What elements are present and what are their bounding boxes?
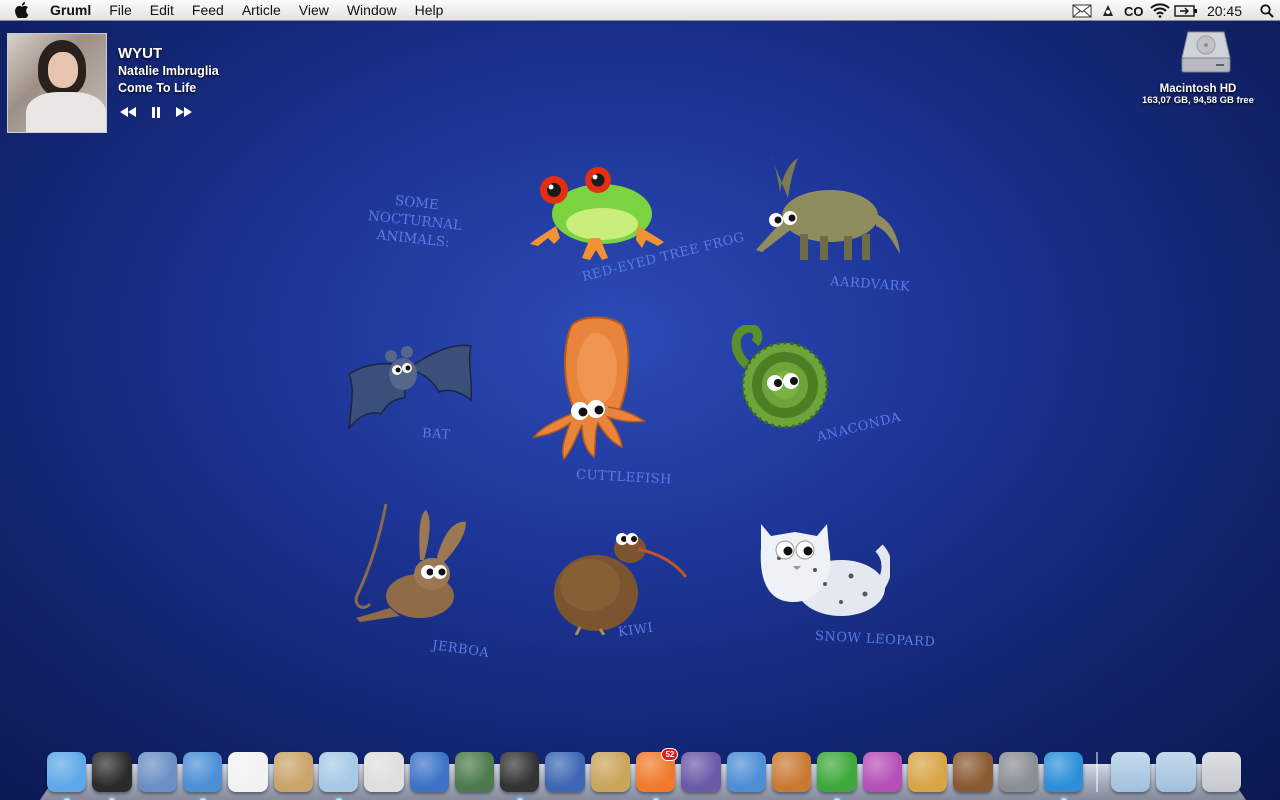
caption-aardvark: Aardvark xyxy=(829,274,911,295)
dock-dashboard-icon[interactable] xyxy=(92,752,132,800)
spotlight-search-icon[interactable] xyxy=(1254,0,1280,21)
dock-badge: 52 xyxy=(661,748,679,761)
dock-documents-folder-icon[interactable] xyxy=(1111,752,1151,792)
dock-keynote-icon[interactable] xyxy=(772,752,812,792)
mail-icon[interactable] xyxy=(1069,0,1095,21)
dock-downloads-folder-icon[interactable] xyxy=(1156,752,1196,792)
status-area: CO 20:45 xyxy=(1069,0,1280,21)
dock-itunes-icon[interactable] xyxy=(318,752,359,800)
caption-snow-leopard: Snow Leopard xyxy=(814,628,936,651)
menu-article[interactable]: Article xyxy=(233,0,290,21)
battery-icon[interactable] xyxy=(1173,0,1199,21)
anaconda-icon xyxy=(731,325,829,429)
dock-separator xyxy=(1096,752,1099,792)
stamp-icon[interactable] xyxy=(1095,0,1121,21)
pause-icon[interactable] xyxy=(147,105,165,119)
dock-textmate-icon[interactable] xyxy=(545,752,585,792)
dock-screenshot-icon[interactable] xyxy=(454,752,495,792)
caption-bat: Bat xyxy=(421,426,451,443)
now-playing-widget: WYUT Natalie Imbruglia Come To Life xyxy=(7,33,267,133)
svg-text:CO: CO xyxy=(1124,4,1144,18)
aardvark-icon xyxy=(756,154,900,260)
dock-script-editor-icon[interactable] xyxy=(681,752,721,792)
dock-font-app-icon[interactable] xyxy=(862,752,902,792)
dock-iphoto-icon[interactable] xyxy=(273,752,313,792)
caption-cuttlefish: Cuttlefish xyxy=(575,467,673,488)
cuttlefish-icon xyxy=(532,316,646,461)
dock-safari-icon[interactable] xyxy=(182,752,223,800)
dock-system-preferences-icon[interactable] xyxy=(998,752,1038,792)
dock-times-icon[interactable] xyxy=(364,752,404,792)
co-icon[interactable]: CO xyxy=(1121,0,1147,21)
snow-leopard-icon xyxy=(760,524,890,616)
dock: 52 xyxy=(44,740,1244,800)
dock-image-capture-icon[interactable] xyxy=(907,752,948,792)
hard-drive-name: Macintosh HD xyxy=(1159,83,1237,95)
dock-dvd-player-icon[interactable] xyxy=(500,752,540,800)
hard-drive-label[interactable]: Macintosh HD 163,07 GB, 94,58 GB free xyxy=(1128,83,1268,106)
apple-menu-icon[interactable] xyxy=(0,0,44,21)
menu-edit[interactable]: Edit xyxy=(141,0,183,21)
dock-numbers-icon[interactable] xyxy=(726,752,766,792)
dock-notes-icon[interactable] xyxy=(590,752,631,792)
track-info: WYUT Natalie Imbruglia Come To Life xyxy=(118,45,219,97)
hard-drive-icon[interactable] xyxy=(1180,28,1232,76)
dock-finder-icon[interactable] xyxy=(47,752,87,800)
menu-help[interactable]: Help xyxy=(406,0,453,21)
menu-bar: Gruml File Edit Feed Article View Window… xyxy=(0,0,1280,21)
menu-window[interactable]: Window xyxy=(338,0,406,21)
menu-file[interactable]: File xyxy=(100,0,141,21)
hard-drive-info: 163,07 GB, 94,58 GB free xyxy=(1142,95,1254,106)
next-icon[interactable] xyxy=(175,105,193,119)
menu-clock[interactable]: 20:45 xyxy=(1199,3,1254,19)
dock-garageband-icon[interactable] xyxy=(953,752,993,792)
previous-icon[interactable] xyxy=(119,105,137,119)
dock-trash-icon[interactable] xyxy=(1201,752,1242,792)
dock-things-icon[interactable] xyxy=(409,752,449,792)
playback-controls xyxy=(119,105,193,119)
wifi-icon[interactable] xyxy=(1147,0,1173,21)
dock-ical-icon[interactable] xyxy=(228,752,268,792)
jerboa-icon xyxy=(354,503,466,622)
app-menu[interactable]: Gruml xyxy=(44,0,100,21)
menu-view[interactable]: View xyxy=(290,0,338,21)
dock-adium-icon[interactable] xyxy=(817,752,857,800)
track-album: Come To Life xyxy=(118,81,197,95)
dock-messages-icon[interactable] xyxy=(1043,752,1084,800)
dock-rss-reader-icon[interactable]: 52 xyxy=(636,748,679,800)
kiwi-icon xyxy=(554,533,688,635)
caption-jerboa: Jerboa xyxy=(431,638,491,661)
dock-mail-icon[interactable] xyxy=(137,752,177,792)
album-art[interactable] xyxy=(7,33,107,133)
track-title: WYUT xyxy=(118,45,163,62)
track-artist: Natalie Imbruglia xyxy=(118,64,219,78)
menu-feed[interactable]: Feed xyxy=(183,0,233,21)
bat-icon xyxy=(348,344,473,431)
